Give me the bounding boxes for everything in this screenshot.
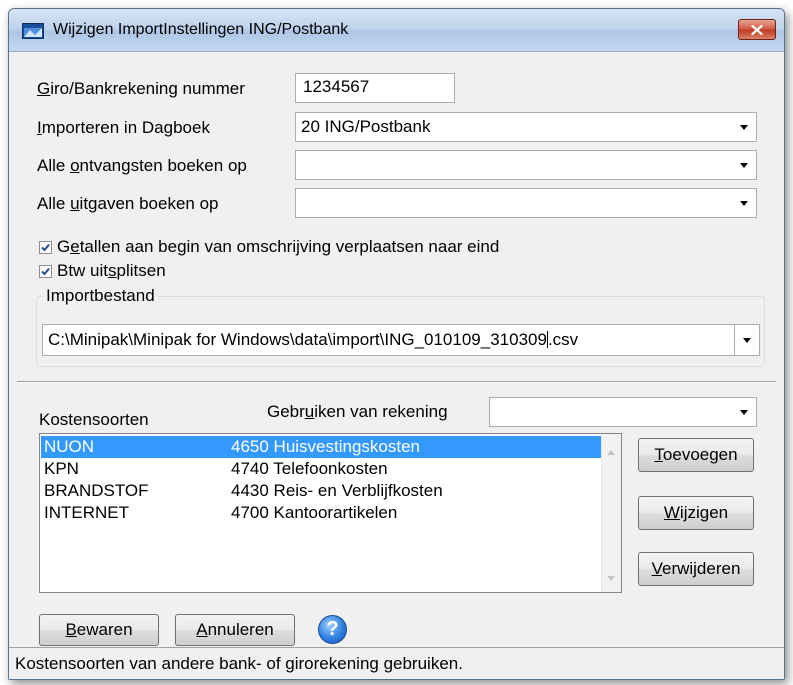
move-numbers-label[interactable]: Getallen aan begin van omschrijving verp…	[57, 237, 499, 257]
account-number-label: Giro/Bankrekening nummer	[37, 79, 245, 98]
use-account-label: Gebruiken van rekening	[267, 402, 448, 421]
delete-button[interactable]: Verwijderen	[638, 552, 754, 586]
receipts-account-select[interactable]	[295, 150, 757, 180]
edit-button[interactable]: Wijzigen	[638, 496, 754, 530]
costtypes-list[interactable]: NUON 4650 Huisvestingskosten KPN 4740 Te…	[39, 433, 622, 593]
costtypes-label: Kostensoorten	[39, 410, 149, 429]
list-item[interactable]: BRANDSTOF 4430 Reis- en Verblijfkosten	[41, 480, 601, 502]
dialog-client-area: Giro/Bankrekening nummer 1234567 Importe…	[9, 52, 784, 679]
chevron-down-icon[interactable]	[732, 151, 756, 179]
checkmark-icon	[40, 262, 51, 282]
status-text: Kostensoorten van andere bank- of girore…	[15, 654, 463, 673]
journal-select-value: 20 ING/Postbank	[301, 117, 431, 136]
add-button[interactable]: Toevoegen	[638, 438, 754, 472]
window-title: Wijzigen ImportInstellingen ING/Postbank	[53, 21, 349, 38]
chevron-down-icon[interactable]	[732, 189, 756, 217]
list-item[interactable]: NUON 4650 Huisvestingskosten	[41, 436, 601, 458]
split-vat-label[interactable]: Btw uitsplitsen	[57, 261, 166, 281]
app-window-icon	[22, 23, 44, 39]
journal-select[interactable]: 20 ING/Postbank	[295, 112, 757, 142]
split-vat-checkbox[interactable]	[39, 265, 52, 278]
journal-label: Importeren in Dagboek	[37, 118, 210, 137]
importfile-path-combo[interactable]: C:\Minipak\Minipak for Windows\data\impo…	[42, 324, 760, 356]
importfile-path-value[interactable]: C:\Minipak\Minipak for Windows\data\impo…	[48, 330, 578, 350]
help-icon[interactable]: ?	[318, 615, 347, 644]
save-button[interactable]: Bewaren	[39, 614, 159, 646]
dialog-window: Wijzigen ImportInstellingen ING/Postbank…	[8, 8, 785, 680]
expenses-label: Alle uitgaven boeken op	[37, 194, 219, 213]
scroll-up-icon[interactable]	[607, 440, 615, 460]
close-icon	[751, 20, 763, 40]
list-scrollbar[interactable]	[601, 434, 621, 592]
cancel-button[interactable]: Annuleren	[175, 614, 295, 646]
close-button[interactable]	[738, 19, 776, 40]
receipts-label: Alle ontvangsten boeken op	[37, 156, 247, 175]
section-separator	[17, 381, 776, 383]
chevron-down-icon[interactable]	[732, 398, 756, 426]
chevron-down-icon[interactable]	[732, 113, 756, 141]
account-number-input[interactable]: 1234567	[295, 73, 455, 103]
scroll-down-icon[interactable]	[607, 566, 615, 586]
list-item[interactable]: KPN 4740 Telefoonkosten	[41, 458, 601, 480]
title-bar[interactable]: Wijzigen ImportInstellingen ING/Postbank	[9, 9, 784, 52]
checkmark-icon	[40, 238, 51, 258]
status-bar: Kostensoorten van andere bank- of girore…	[9, 647, 784, 679]
expenses-account-select[interactable]	[295, 188, 757, 218]
importfile-legend: Importbestand	[43, 286, 158, 306]
use-account-select[interactable]	[489, 397, 757, 427]
chevron-down-icon[interactable]	[734, 325, 759, 355]
list-item[interactable]: INTERNET 4700 Kantoorartikelen	[41, 502, 601, 524]
move-numbers-checkbox[interactable]	[39, 241, 52, 254]
